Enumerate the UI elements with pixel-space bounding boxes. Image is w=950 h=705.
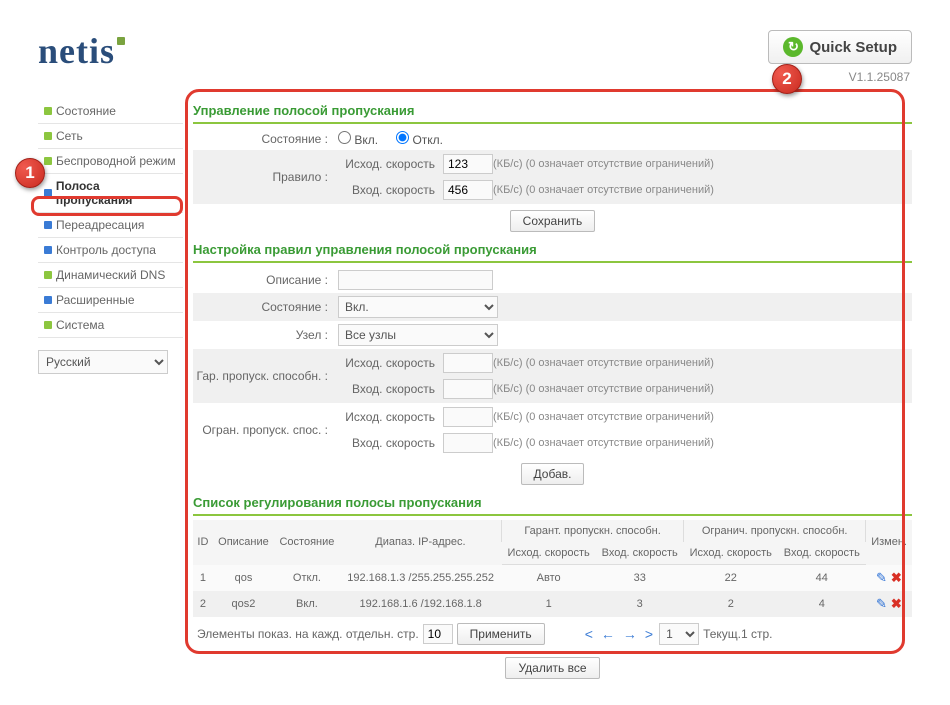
- guar-out-input[interactable]: [443, 353, 493, 373]
- rule-cfg-title: Настройка правил управления полосой проп…: [193, 238, 912, 263]
- sidebar-item-forwarding[interactable]: Переадресация: [38, 213, 183, 238]
- save-button[interactable]: Сохранить: [510, 210, 596, 232]
- sidebar-item-ddns[interactable]: Динамический DNS: [38, 263, 183, 288]
- table-row: 2qos2Вкл.192.168.1.6 /192.168.1.8 1324 ✎…: [193, 591, 912, 617]
- rule-state-select[interactable]: Вкл.: [338, 296, 498, 318]
- guar-in-input[interactable]: [443, 379, 493, 399]
- bw-in-speed[interactable]: [443, 180, 493, 200]
- per-page-input[interactable]: [423, 624, 453, 644]
- quick-setup-button[interactable]: ↻ Quick Setup: [768, 30, 912, 64]
- sidebar-item-system[interactable]: Система: [38, 313, 183, 338]
- page-select[interactable]: 1: [659, 623, 699, 645]
- annotation-badge-1: 1: [15, 158, 45, 188]
- quick-setup-label: Quick Setup: [809, 39, 897, 56]
- table-row: 1qosОткл.192.168.1.3 /255.255.255.252 Ав…: [193, 565, 912, 591]
- limit-out-input[interactable]: [443, 407, 493, 427]
- main-panel: Управление полосой пропускания Состояние…: [193, 99, 912, 685]
- bw-out-speed[interactable]: [443, 154, 493, 174]
- first-page-icon[interactable]: <: [583, 626, 595, 642]
- bw-rule-label: Правило :: [193, 170, 338, 184]
- rule-node-select[interactable]: Все узлы: [338, 324, 498, 346]
- sidebar-item-advanced[interactable]: Расширенные: [38, 288, 183, 313]
- sidebar-item-access[interactable]: Контроль доступа: [38, 238, 183, 263]
- apply-button[interactable]: Применить: [457, 623, 545, 645]
- sidebar-item-bandwidth[interactable]: Полоса пропускания: [38, 174, 183, 213]
- bw-state-on[interactable]: Вкл.: [338, 131, 378, 147]
- sidebar-item-wireless[interactable]: Беспроводной режим: [38, 149, 183, 174]
- language-select[interactable]: Русский: [38, 350, 168, 374]
- limit-in-input[interactable]: [443, 433, 493, 453]
- list-title: Список регулирования полосы пропускания: [193, 491, 912, 516]
- delete-icon[interactable]: ✖: [891, 596, 902, 612]
- bw-rules-table: ID Описание Состояние Диапаз. IP-адрес. …: [193, 520, 912, 617]
- delete-all-button[interactable]: Удалить все: [505, 657, 599, 679]
- next-page-icon[interactable]: →: [621, 626, 639, 642]
- annotation-badge-2: 2: [772, 64, 802, 94]
- pager: Элементы показ. на кажд. отдельн. стр. П…: [193, 617, 912, 651]
- delete-icon[interactable]: ✖: [891, 570, 902, 586]
- bw-state-label: Состояние :: [193, 132, 338, 146]
- sidebar: Состояние Сеть Беспроводной режим Полоса…: [38, 99, 183, 685]
- refresh-icon: ↻: [783, 37, 803, 57]
- last-page-icon[interactable]: >: [643, 626, 655, 642]
- edit-icon[interactable]: ✎: [876, 570, 887, 586]
- logo: netis: [38, 30, 125, 72]
- bw-control-title: Управление полосой пропускания: [193, 99, 912, 124]
- edit-icon[interactable]: ✎: [876, 596, 887, 612]
- add-button[interactable]: Добав.: [521, 463, 585, 485]
- rule-desc-input[interactable]: [338, 270, 493, 290]
- sidebar-item-status[interactable]: Состояние: [38, 99, 183, 124]
- bw-state-off[interactable]: Откл.: [396, 131, 443, 147]
- prev-page-icon[interactable]: ←: [599, 626, 617, 642]
- sidebar-item-network[interactable]: Сеть: [38, 124, 183, 149]
